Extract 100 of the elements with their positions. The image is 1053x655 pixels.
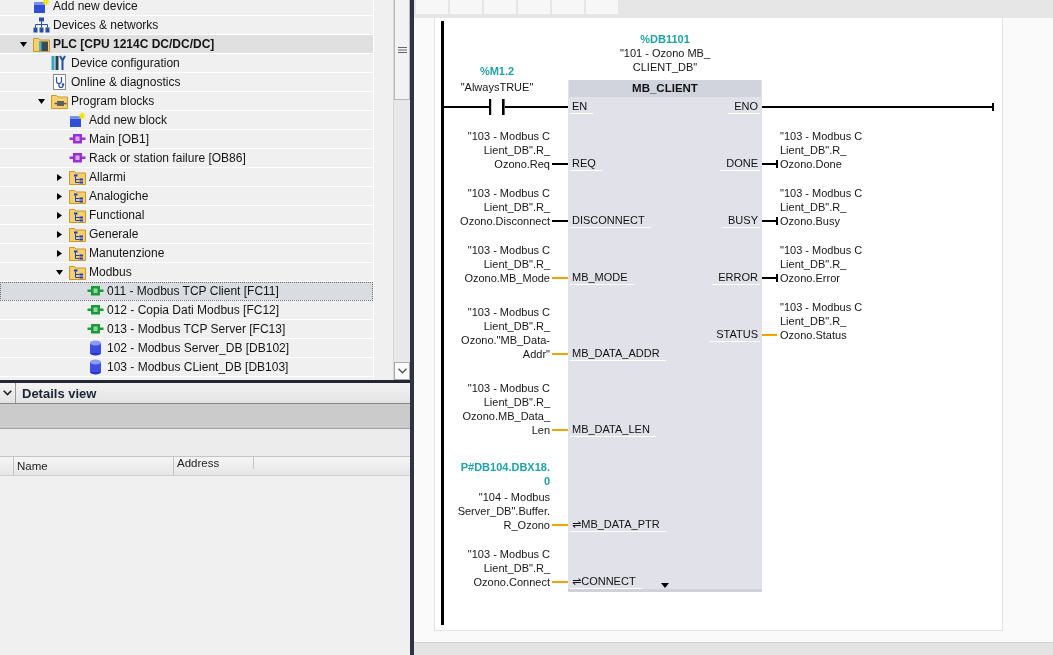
wire [762,159,778,169]
wire [552,353,568,355]
expanded-arrow-icon[interactable] [37,97,45,105]
instance-address: %DB1101 [640,32,690,46]
block-icon [69,131,86,147]
pin-label: EN [570,100,594,114]
tree-item[interactable]: Device configuration [0,54,373,73]
pin-label: MB_DATA_LEN [570,423,656,437]
stethoscope-icon [51,74,68,90]
wrench-icon [51,55,68,71]
collapsed-arrow-icon[interactable] [55,249,63,257]
chevron-down-icon [397,368,407,374]
wire [552,277,568,279]
operand-label: "103 - Modbus C Lient_DB".R_ Ozono.Done [780,129,863,171]
contact-tag: "AlwaysTRUE" [460,79,534,95]
operand-label: "103 - Modbus C Lient_DB".R_ Ozono.Connect [467,547,550,589]
block-icon [87,321,104,337]
pin-label: BUSY [722,214,760,228]
folder-icon [69,264,86,280]
pin-label: STATUS [710,328,760,342]
plc-folder-icon [33,36,50,52]
tree-item[interactable]: Manutenzione [0,244,373,263]
pin-label: REQ [570,157,602,171]
function-block[interactable]: MB_CLIENT EN REQ DISCONNECT MB_MODE MB_DATA_ADDR MB_DATA_LEN ⇌MB_DATA_PTR ⇌CONNECT ENO DONE BUSY ERROR STATUS [568,80,762,592]
operand-label: "103 - Modbus C Lient_DB".R_ Ozono.Error [780,243,863,285]
operand-label: "103 - Modbus C Lient_DB".R_ Ozono.Req [467,129,550,171]
tree-item[interactable]: Add new device [0,0,373,16]
tree-item[interactable]: Allarmi [0,168,373,187]
rung-wire [505,106,568,108]
cylinder-icon [87,340,104,356]
collapsed-arrow-icon[interactable] [55,230,63,238]
pin-label: ERROR [712,271,760,285]
block-title: MB_CLIENT [569,80,761,97]
network-icon [33,17,50,33]
folder-icon [69,169,86,185]
tree-item[interactable]: Generale [0,225,373,244]
folder-icon [69,207,86,223]
new-item-icon [69,112,86,128]
collapsed-arrow-icon[interactable] [55,173,63,181]
tree-item[interactable]: 013 - Modbus TCP Server [FC13] [0,320,373,339]
pin-label: MB_MODE [570,271,634,285]
pin-label: ⇌MB_DATA_PTR [570,518,666,532]
pin-label: MB_DATA_ADDR [570,347,666,361]
tree-item[interactable]: Program blocks [0,92,373,111]
collapsed-arrow-icon[interactable] [55,192,63,200]
wire [552,429,568,431]
wire [552,581,568,583]
operand-label: "104 - Modbus Server_DB".Buffer. R_Ozono [457,490,550,532]
block-icon [69,150,86,166]
tree-item[interactable]: Analogiche [0,187,373,206]
scroll-down-button[interactable] [394,362,410,380]
tree-item[interactable]: Online & diagnostics [0,73,373,92]
cylinder-icon [87,359,104,375]
expanded-arrow-icon[interactable] [19,40,27,48]
chevron-down-icon[interactable] [3,390,12,396]
contact-icon [489,99,505,115]
operand-label: "103 - Modbus C Lient_DB".R_ Ozono.MB_Data_ Len [462,381,550,437]
folder-icon [69,245,86,261]
block-icon [87,283,104,299]
collapsed-arrow-icon[interactable] [55,211,63,219]
expanded-arrow-icon[interactable] [55,268,63,276]
operand-label: "103 - Modbus C Lient_DB".R_ Ozono.Status [780,300,863,342]
tree-item[interactable]: 102 - Modbus Server_DB [DB102] [0,339,373,358]
block-icon [87,302,104,318]
wire [762,216,778,226]
contact-address: %M1.2 [479,64,515,79]
folder-icon [69,226,86,242]
new-item-icon [33,0,50,14]
folder-icon [51,93,68,109]
tree-item[interactable]: Add new block [0,111,373,130]
folder-icon [69,188,86,204]
tree-item[interactable]: 011 - Modbus TCP Client [FC11] [0,282,373,301]
wire [762,273,778,283]
tree-item[interactable]: 012 - Copia Dati Modbus [FC12] [0,301,373,320]
rung-wire [444,106,489,108]
operand-address: P#DB104.DBX18. 0 [460,460,550,488]
pin-label: ⇌CONNECT [570,575,642,589]
panel-title: Details view [22,385,97,401]
operand-label: "103 - Modbus C Lient_DB".R_ Ozono.Busy [780,186,863,228]
pin-label: DISCONNECT [570,214,651,228]
scrollbar-track[interactable] [393,0,410,380]
tree-item[interactable]: Functional [0,206,373,225]
down-triangle-icon[interactable] [661,583,669,588]
column-header[interactable]: Address [174,457,254,469]
column-header[interactable]: Name [14,457,174,475]
operand-label: "103 - Modbus C Lient_DB".R_ Ozono.Disconnect [460,186,550,228]
tree-item[interactable]: 103 - Modbus CLient_DB [DB103] [0,358,373,377]
tree-item[interactable]: Main [OB1] [0,130,373,149]
scrollbar-thumb[interactable] [394,0,410,100]
grip-icon [397,46,407,53]
pin-label: DONE [720,157,760,171]
tree-item[interactable]: Rack or station failure [OB86] [0,149,373,168]
instance-name: "101 - Ozono MB_ CLIENT_DB" [619,46,711,74]
operand-label: "103 - Modbus C Lient_DB".R_ Ozono."MB_Data- Addr" [461,305,550,361]
tree-item[interactable]: PLC [CPU 1214C DC/DC/DC] [0,35,373,54]
pin-label: ENO [728,100,760,114]
operand-label: "103 - Modbus C Lient_DB".R_ Ozono.MB_Mode [464,243,550,285]
wire [552,524,568,526]
wire [552,163,568,165]
wire [552,220,568,222]
